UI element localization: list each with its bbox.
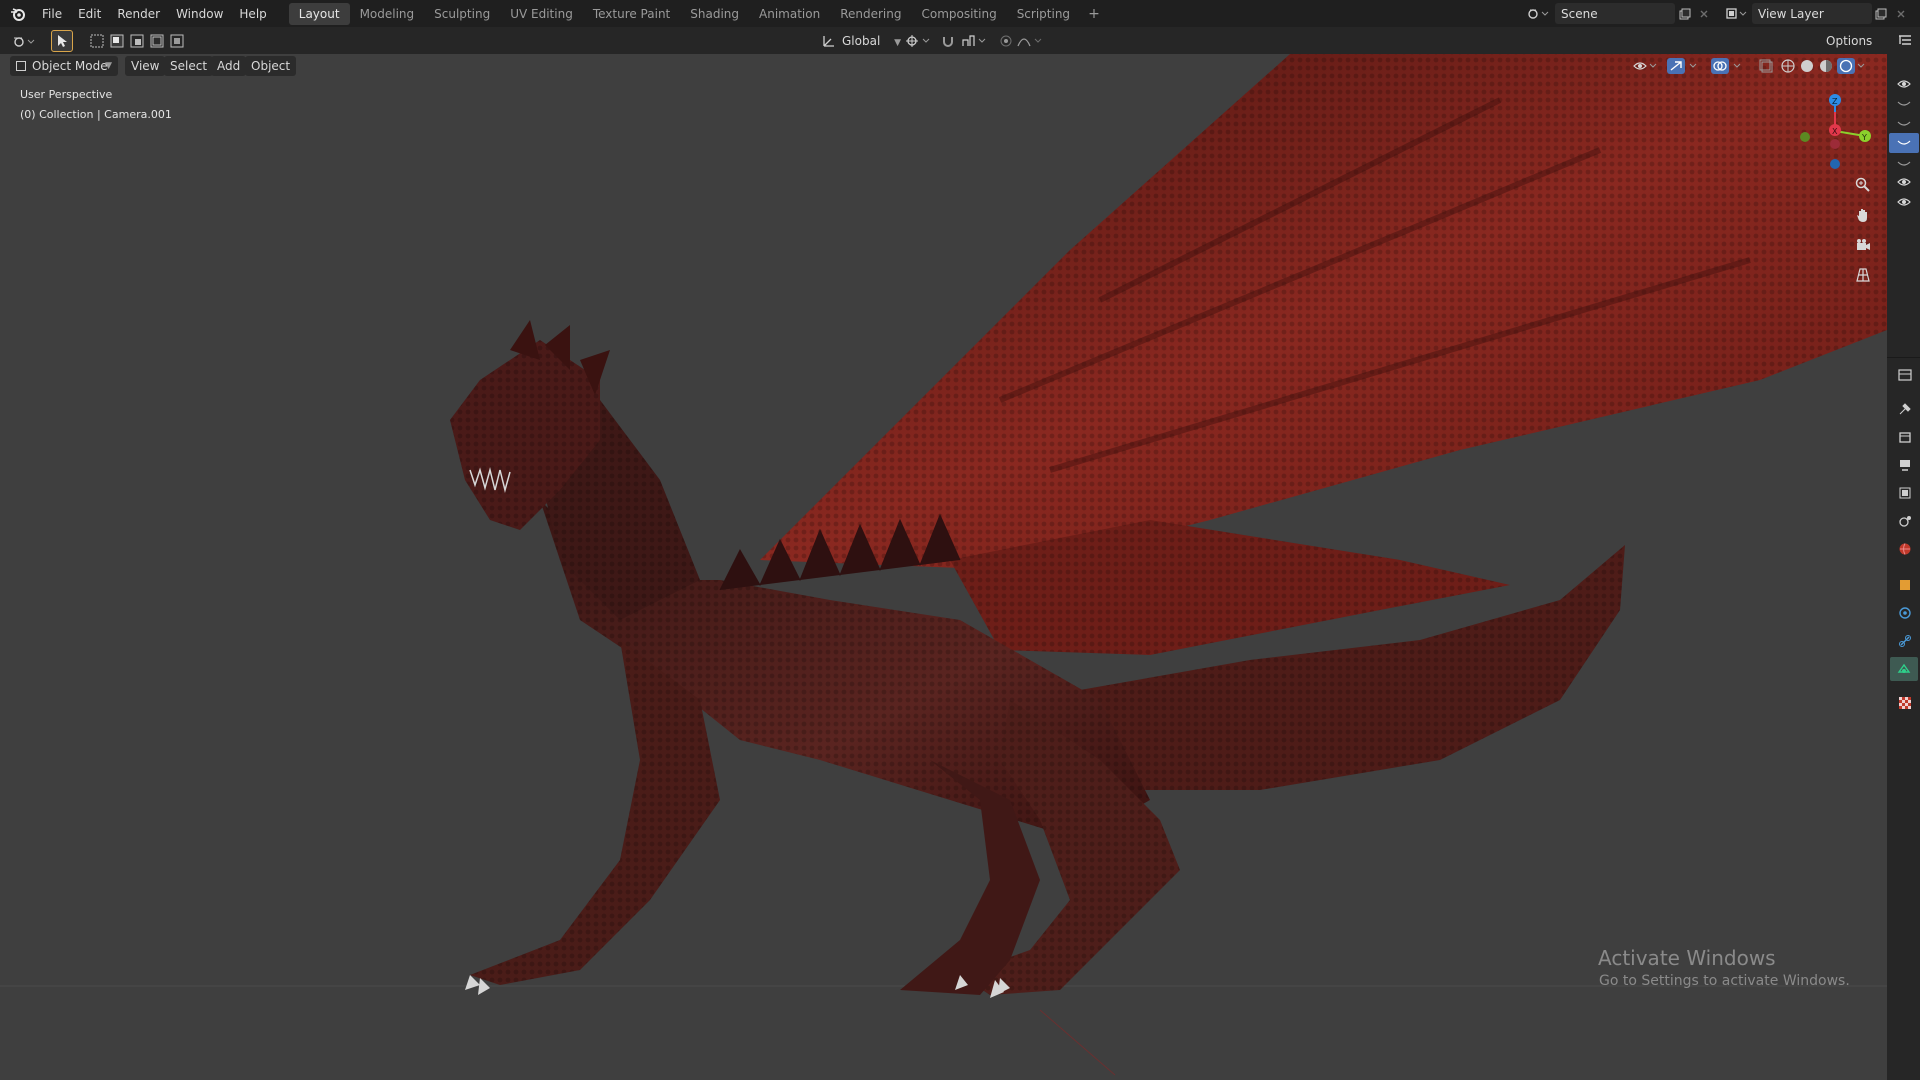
pan-hand-icon[interactable] bbox=[1852, 204, 1874, 226]
visibility-select-icon[interactable] bbox=[1632, 56, 1660, 76]
snap-target-icon[interactable] bbox=[960, 31, 990, 51]
eye-icon[interactable] bbox=[1893, 193, 1915, 211]
svg-text:Z: Z bbox=[1832, 97, 1838, 106]
output-properties-icon[interactable] bbox=[1895, 455, 1915, 475]
menu-edit[interactable]: Edit bbox=[70, 3, 109, 25]
proportional-edit-icon[interactable] bbox=[996, 31, 1016, 51]
top-bar: File Edit Render Window Help Layout Mode… bbox=[0, 0, 1920, 27]
tab-scripting[interactable]: Scripting bbox=[1007, 3, 1080, 25]
workspace-tabs: Layout Modeling Sculpting UV Editing Tex… bbox=[288, 2, 1108, 25]
add-menu[interactable]: Add bbox=[211, 56, 247, 76]
tab-layout[interactable]: Layout bbox=[288, 2, 350, 25]
menu-window[interactable]: Window bbox=[168, 3, 231, 25]
select-tool-icon[interactable] bbox=[51, 30, 73, 52]
remove-view-layer-icon[interactable] bbox=[1893, 5, 1909, 23]
eye-icon[interactable] bbox=[1893, 173, 1915, 191]
new-view-layer-icon[interactable] bbox=[1872, 5, 1890, 23]
view-layer-field[interactable]: View Layer bbox=[1752, 3, 1872, 24]
menu-help[interactable]: Help bbox=[231, 3, 274, 25]
activate-windows-subtitle: Go to Settings to activate Windows. bbox=[1599, 973, 1850, 989]
eye-icon[interactable] bbox=[1893, 75, 1915, 93]
menu-file[interactable]: File bbox=[34, 3, 70, 25]
orientation-dropdown[interactable]: Global ▼ bbox=[842, 31, 901, 51]
object-menu[interactable]: Object bbox=[245, 56, 297, 76]
new-scene-icon[interactable] bbox=[1676, 5, 1694, 23]
orientation-label: Global bbox=[842, 34, 881, 48]
svg-text:X: X bbox=[1832, 127, 1838, 136]
world-properties-icon[interactable] bbox=[1895, 539, 1915, 559]
texture-properties-icon[interactable] bbox=[1895, 693, 1915, 713]
hidden-eye-icon[interactable] bbox=[1893, 115, 1915, 133]
shading-mode-group bbox=[1780, 56, 1866, 76]
scene-browse-icon[interactable] bbox=[1524, 4, 1552, 24]
ortho-grid-icon[interactable] bbox=[1852, 264, 1874, 286]
outliner-editor-icon[interactable] bbox=[1895, 31, 1915, 51]
object-mode-dropdown[interactable]: Object Mode ▼ bbox=[10, 56, 118, 76]
options-label: Options bbox=[1826, 34, 1873, 48]
xray-toggle-icon[interactable] bbox=[1756, 56, 1776, 76]
physics-properties-icon[interactable] bbox=[1895, 603, 1915, 623]
dragon-model bbox=[0, 54, 1887, 1076]
activate-windows-title: Activate Windows bbox=[1598, 946, 1776, 970]
zoom-icon[interactable] bbox=[1852, 174, 1874, 196]
viewport-header: Object Mode ▼ View Select Add Object bbox=[0, 54, 1887, 78]
tab-uv-editing[interactable]: UV Editing bbox=[500, 3, 583, 25]
data-properties-icon[interactable] bbox=[1890, 657, 1918, 681]
options-dropdown[interactable]: Options ▼ bbox=[1820, 31, 1887, 68]
view-layer-name: View Layer bbox=[1758, 6, 1824, 21]
properties-editor-icon[interactable] bbox=[1895, 365, 1915, 385]
right-side-strip bbox=[1887, 27, 1920, 1080]
overlays-toggle-icon[interactable] bbox=[1710, 56, 1746, 76]
scene-name-field[interactable]: Scene bbox=[1555, 3, 1675, 24]
tab-rendering[interactable]: Rendering bbox=[830, 3, 911, 25]
constraint-properties-icon[interactable] bbox=[1895, 631, 1915, 651]
tab-modeling[interactable]: Modeling bbox=[350, 3, 425, 25]
blender-logo-icon[interactable] bbox=[8, 4, 28, 24]
tab-texture-paint[interactable]: Texture Paint bbox=[583, 3, 680, 25]
hidden-eye-icon-selected[interactable] bbox=[1889, 133, 1919, 153]
add-workspace-button[interactable]: + bbox=[1080, 3, 1108, 25]
object-properties-icon[interactable] bbox=[1895, 575, 1915, 595]
view-layer-browse-icon[interactable] bbox=[1722, 4, 1750, 24]
svg-text:Y: Y bbox=[1861, 133, 1867, 142]
scene-name: Scene bbox=[1561, 6, 1598, 21]
tab-compositing[interactable]: Compositing bbox=[911, 3, 1006, 25]
tab-shading[interactable]: Shading bbox=[680, 3, 749, 25]
tab-animation[interactable]: Animation bbox=[749, 3, 830, 25]
editor-type-icon[interactable] bbox=[10, 31, 38, 51]
menu-render[interactable]: Render bbox=[109, 3, 168, 25]
snap-icon[interactable] bbox=[938, 31, 958, 51]
scene-properties-icon[interactable] bbox=[1895, 511, 1915, 531]
tool-header: Global ▼ Options ▼ bbox=[0, 27, 1887, 68]
object-mode-label: Object Mode bbox=[32, 59, 108, 73]
select-menu[interactable]: Select bbox=[164, 56, 214, 76]
tab-sculpting[interactable]: Sculpting bbox=[424, 3, 500, 25]
chevron-down-icon: ▼ bbox=[105, 61, 112, 71]
object-mode-icon bbox=[16, 61, 26, 71]
falloff-icon[interactable] bbox=[1016, 31, 1046, 51]
transform-orientation-icon[interactable] bbox=[820, 32, 838, 50]
3d-viewport[interactable]: Z Y X bbox=[0, 54, 1887, 1080]
view-perspective-label: User Perspective bbox=[20, 88, 113, 101]
hidden-eye-icon[interactable] bbox=[1893, 95, 1915, 113]
view-layer-properties-icon[interactable] bbox=[1895, 483, 1915, 503]
gizmo-toggle-icon[interactable] bbox=[1666, 56, 1702, 76]
remove-scene-icon[interactable] bbox=[1696, 5, 1712, 23]
hidden-eye-icon[interactable] bbox=[1893, 155, 1915, 173]
view-menu[interactable]: View bbox=[125, 56, 166, 76]
render-properties-icon[interactable] bbox=[1895, 427, 1915, 447]
chevron-down-icon: ▼ bbox=[894, 38, 902, 48]
pivot-point-icon[interactable] bbox=[904, 31, 934, 51]
collection-label: (0) Collection | Camera.001 bbox=[20, 108, 172, 121]
navigation-gizmo[interactable]: Z Y X bbox=[1790, 86, 1880, 176]
tool-properties-icon[interactable] bbox=[1895, 399, 1915, 419]
camera-view-icon[interactable] bbox=[1852, 234, 1874, 256]
selection-mode-group bbox=[90, 31, 186, 51]
main-menu: File Edit Render Window Help bbox=[34, 3, 275, 25]
